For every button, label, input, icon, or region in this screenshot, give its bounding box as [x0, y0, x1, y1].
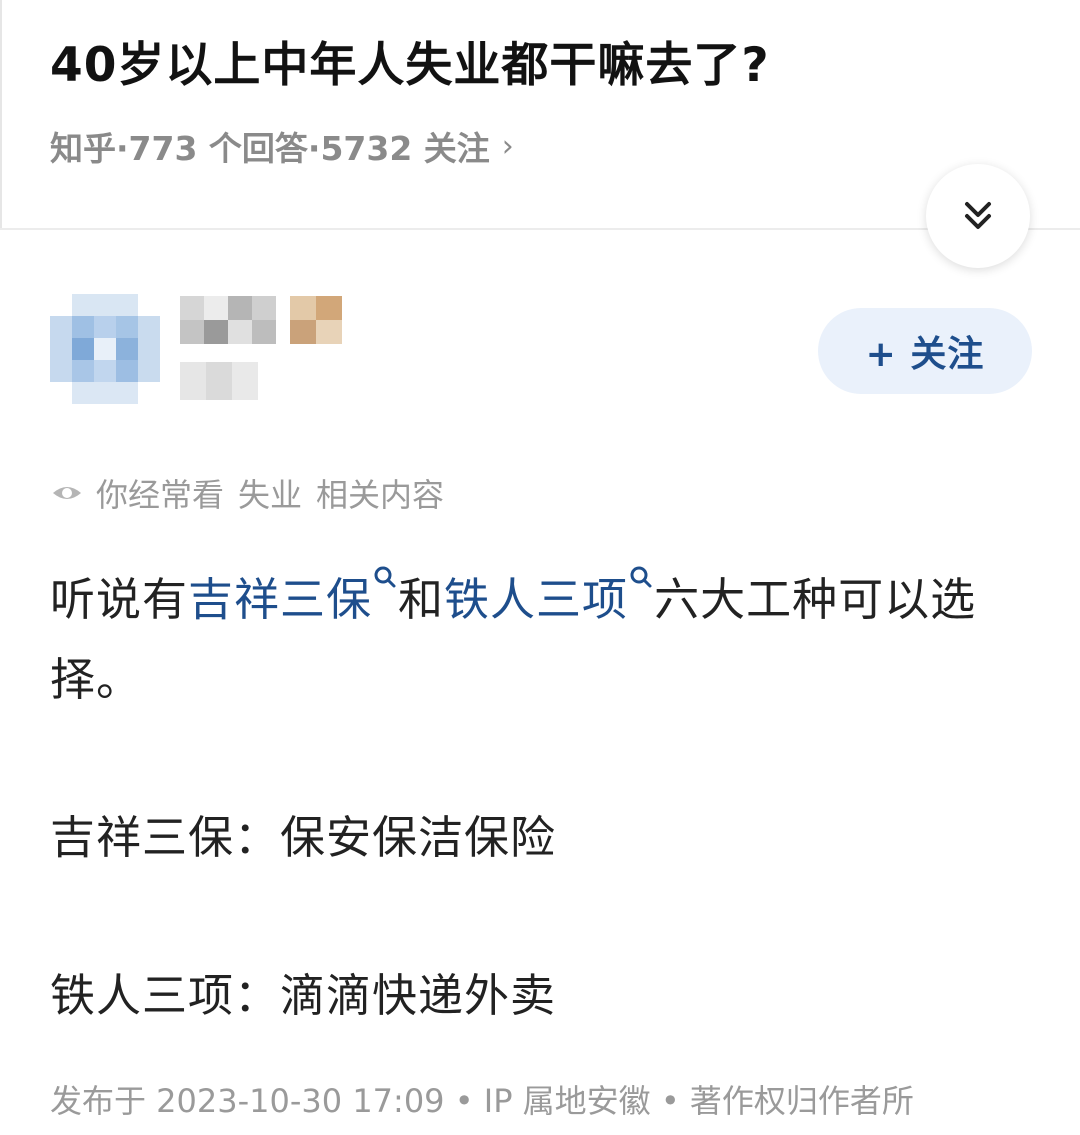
link-tieren-sanxiang[interactable]: 铁人三项 [444, 573, 628, 626]
chevron-right-icon: › [501, 128, 514, 164]
search-icon[interactable] [372, 564, 398, 598]
hint-suffix: 相关内容 [316, 476, 445, 514]
question-meta[interactable]: 知乎·773 个回答·5732 关注 › [50, 122, 514, 170]
hint-topic[interactable]: 失业 [238, 470, 302, 516]
paragraph-3: 铁人三项：滴滴快递外卖 [50, 969, 557, 1022]
avatar[interactable] [50, 294, 162, 406]
recommend-hint: 你经常看 失业 相关内容 [50, 470, 444, 516]
answer-content: 听说有吉祥三保 和铁人三项 六大工种可以选择。 吉祥三保：保安保洁保险 铁人三项：滴… [50, 560, 1040, 1036]
follow-button[interactable]: + 关注 [818, 308, 1032, 394]
hint-prefix: 你经常看 [96, 476, 225, 514]
paragraph-2: 吉祥三保：保安保洁保险 [50, 811, 557, 864]
link-jixiang-sanbao[interactable]: 吉祥三保 [188, 573, 372, 626]
para1-part-b: 和 [398, 573, 445, 626]
para1-part-a: 听说有 [50, 573, 189, 626]
question-title[interactable]: 40岁以上中年人失业都干嘛去了? [50, 26, 770, 95]
double-chevron-down-icon [965, 202, 991, 229]
author-bio-blurred [180, 362, 260, 402]
left-edge [0, 0, 2, 230]
collapse-button[interactable] [926, 164, 1030, 268]
publish-info: 发布于 2023-10-30 17:09 • IP 属地安徽 • 著作权归作者所 [50, 1082, 914, 1120]
eye-icon [53, 487, 81, 499]
question-meta-text: 知乎·773 个回答·5732 关注 [50, 129, 490, 168]
author-name-blurred[interactable] [180, 296, 345, 346]
header-divider [0, 228, 1080, 230]
search-icon[interactable] [628, 564, 654, 598]
paragraph-1: 听说有吉祥三保 和铁人三项 六大工种可以选择。 [50, 560, 1040, 720]
